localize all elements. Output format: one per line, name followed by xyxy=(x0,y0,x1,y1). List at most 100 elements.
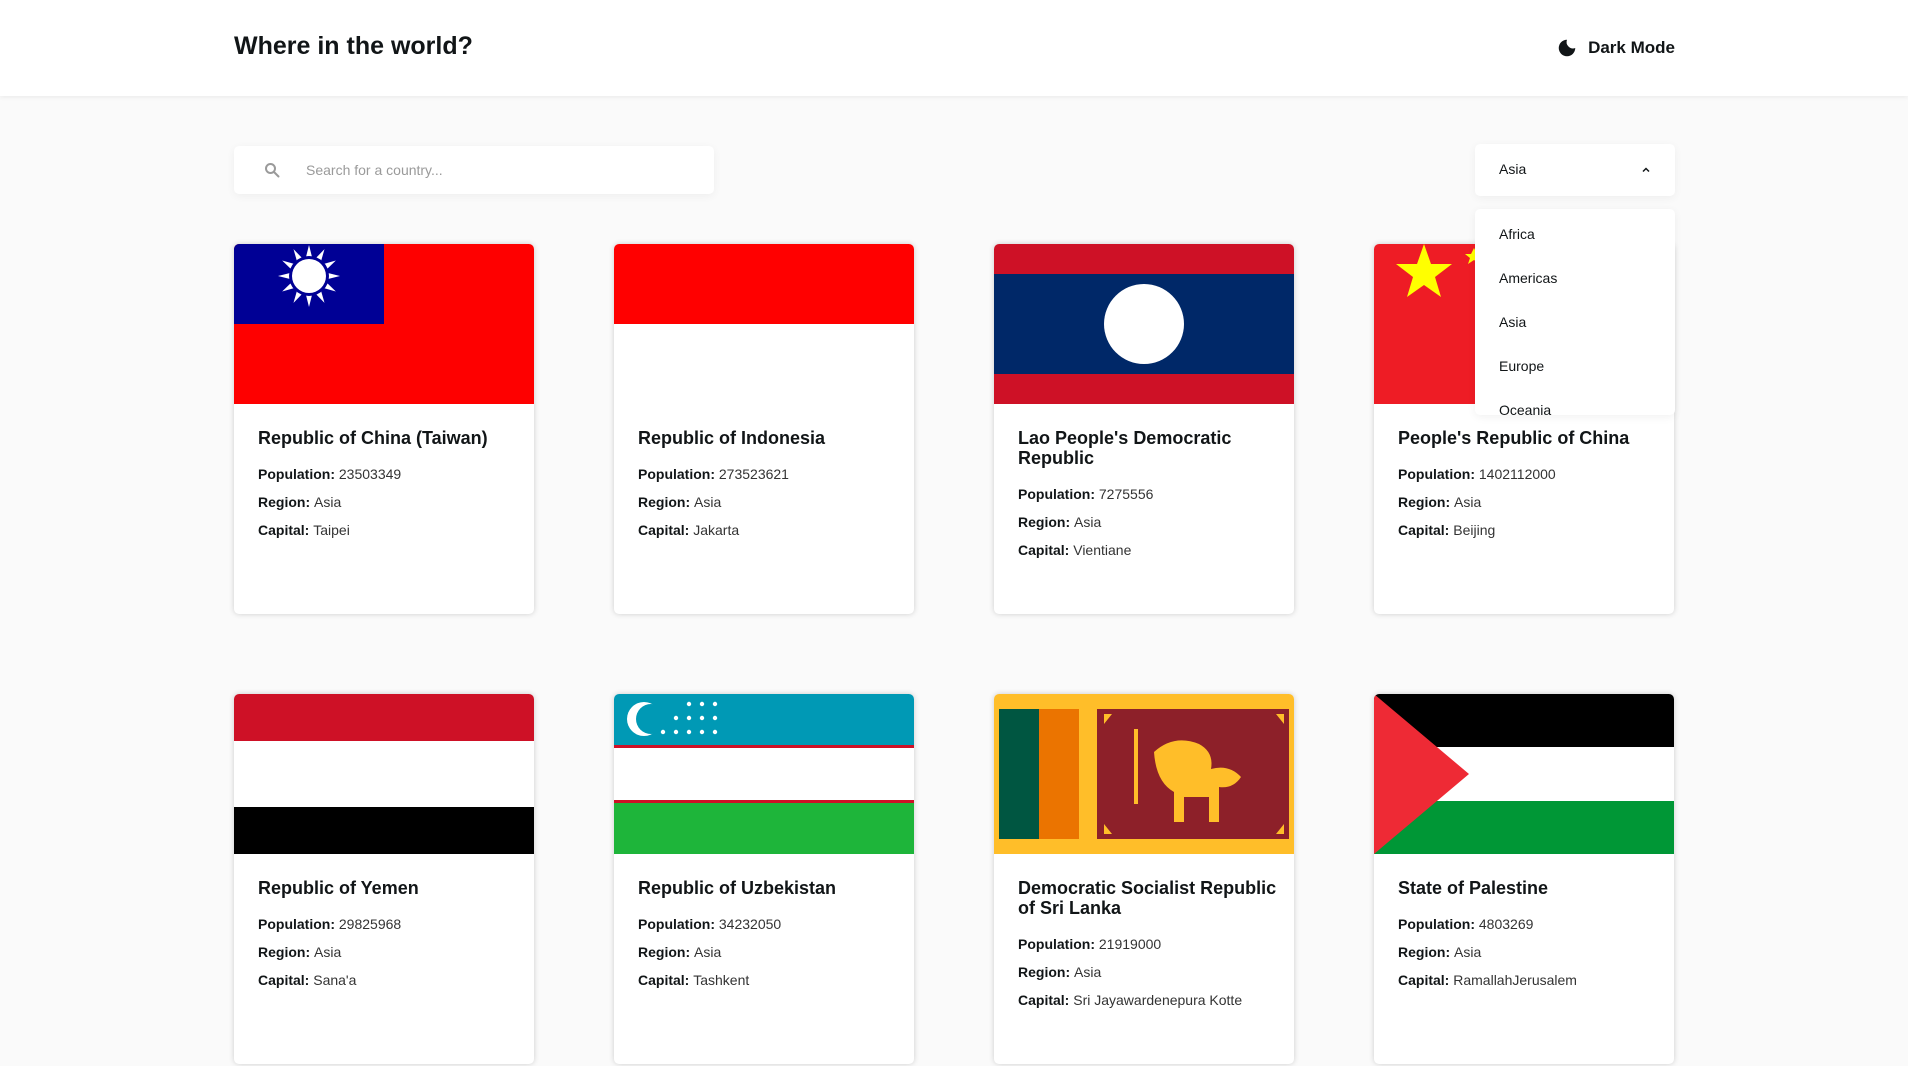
region-value: Asia xyxy=(1074,514,1102,530)
region-value: Asia xyxy=(694,494,722,510)
country-card[interactable]: Democratic Socialist Republic of Sri Lan… xyxy=(994,694,1294,1064)
dark-mode-toggle[interactable]: Dark Mode xyxy=(1556,37,1675,59)
region-label: Region: xyxy=(258,944,311,960)
capital-value: Tashkent xyxy=(693,972,750,988)
country-capital: Capital: Jakarta xyxy=(638,522,898,538)
country-card[interactable]: Republic of Uzbekistan Population: 34232… xyxy=(614,694,914,1064)
region-value: Asia xyxy=(1454,944,1482,960)
country-capital: Capital: Beijing xyxy=(1398,522,1658,538)
country-capital: Capital: RamallahJerusalem xyxy=(1398,972,1658,988)
taiwan-flag xyxy=(234,244,534,404)
region-filter-select[interactable]: Asia xyxy=(1475,144,1675,196)
region-label: Region: xyxy=(638,944,691,960)
country-name: Republic of Yemen xyxy=(258,878,419,898)
country-capital: Capital: Tashkent xyxy=(638,972,898,988)
capital-value: Beijing xyxy=(1453,522,1496,538)
country-name: Republic of China (Taiwan) xyxy=(258,428,488,448)
region-value: Asia xyxy=(314,944,342,960)
country-region: Region: Asia xyxy=(258,494,518,510)
population-value: 23503349 xyxy=(338,466,402,482)
region-option-americas[interactable]: Americas xyxy=(1499,270,1557,286)
yemen-flag xyxy=(234,694,534,854)
country-name: Republic of Indonesia xyxy=(638,428,826,448)
sri-lanka-flag xyxy=(994,694,1294,854)
capital-label: Capital: xyxy=(1018,992,1070,1008)
population-value: 21919000 xyxy=(1098,936,1162,952)
country-population: Population: 21919000 xyxy=(1018,936,1278,952)
region-option-africa[interactable]: Africa xyxy=(1499,226,1535,242)
country-capital: Capital: Sri Jayawardenepura Kotte xyxy=(1018,992,1278,1008)
region-label: Region: xyxy=(1398,944,1451,960)
dark-mode-label: Dark Mode xyxy=(1588,38,1675,57)
indonesia-flag xyxy=(614,244,914,404)
capital-value: RamallahJerusalem xyxy=(1453,972,1577,988)
chevron-up-icon xyxy=(1642,167,1650,173)
country-capital: Capital: Vientiane xyxy=(1018,542,1278,558)
country-card[interactable]: State of Palestine Population: 4803269 R… xyxy=(1374,694,1674,1064)
capital-value: Vientiane xyxy=(1073,542,1132,558)
country-region: Region: Asia xyxy=(1018,964,1278,980)
capital-value: Sana'a xyxy=(313,972,357,988)
region-label: Region: xyxy=(1018,514,1071,530)
country-card[interactable]: Republic of China (Taiwan) Population: 2… xyxy=(234,244,534,614)
search-box xyxy=(234,146,714,194)
region-dropdown-menu: Africa Americas Asia Europe Oceania xyxy=(1475,209,1675,418)
page-title: Where in the world? xyxy=(234,32,473,60)
capital-value: Sri Jayawardenepura Kotte xyxy=(1073,992,1243,1008)
region-label: Region: xyxy=(1018,964,1071,980)
country-population: Population: 34232050 xyxy=(638,916,898,932)
uzbekistan-flag xyxy=(614,694,914,854)
capital-value: Jakarta xyxy=(693,522,740,538)
capital-label: Capital: xyxy=(1398,972,1450,988)
country-region: Region: Asia xyxy=(638,494,898,510)
region-value: Asia xyxy=(694,944,722,960)
country-region: Region: Asia xyxy=(258,944,518,960)
capital-label: Capital: xyxy=(638,972,690,988)
country-name: Democratic Socialist Republic of Sri Lan… xyxy=(1018,878,1277,918)
search-icon xyxy=(265,163,280,178)
moon-icon xyxy=(1558,39,1576,57)
region-value: Asia xyxy=(314,494,342,510)
country-population: Population: 23503349 xyxy=(258,466,518,482)
country-population: Population: 7275556 xyxy=(1018,486,1278,502)
country-name: People's Republic of China xyxy=(1398,428,1630,448)
population-value: 7275556 xyxy=(1098,486,1154,502)
country-population: Population: 4803269 xyxy=(1398,916,1658,932)
population-label: Population: xyxy=(638,466,715,482)
population-label: Population: xyxy=(1018,486,1095,502)
population-value: 1402112000 xyxy=(1478,466,1556,482)
capital-label: Capital: xyxy=(638,522,690,538)
population-label: Population: xyxy=(638,916,715,932)
country-population: Population: 1402112000 xyxy=(1398,466,1658,482)
population-value: 4803269 xyxy=(1478,916,1534,932)
app-header: Where in the world? Dark Mode xyxy=(0,0,1908,96)
country-region: Region: Asia xyxy=(1398,494,1658,510)
population-label: Population: xyxy=(1398,466,1475,482)
capital-label: Capital: xyxy=(258,972,310,988)
capital-value: Taipei xyxy=(313,522,350,538)
laos-flag xyxy=(994,244,1294,404)
palestine-flag xyxy=(1374,694,1674,854)
country-name: Republic of Uzbekistan xyxy=(638,878,837,898)
population-label: Population: xyxy=(258,916,335,932)
capital-label: Capital: xyxy=(1398,522,1450,538)
region-option-asia[interactable]: Asia xyxy=(1499,314,1526,330)
country-name: State of Palestine xyxy=(1398,878,1549,898)
country-card[interactable]: Republic of Indonesia Population: 273523… xyxy=(614,244,914,614)
country-region: Region: Asia xyxy=(1018,514,1278,530)
population-value: 34232050 xyxy=(718,916,782,932)
region-value: Asia xyxy=(1454,494,1482,510)
country-card[interactable]: Republic of Yemen Population: 29825968 R… xyxy=(234,694,534,1064)
country-capital: Capital: Sana'a xyxy=(258,972,518,988)
search-input[interactable] xyxy=(306,146,696,194)
region-value: Asia xyxy=(1074,964,1102,980)
country-name: Lao People's Democratic Republic xyxy=(1018,428,1232,468)
region-label: Region: xyxy=(258,494,311,510)
region-label: Region: xyxy=(1398,494,1451,510)
country-card[interactable]: Lao People's Democratic Republic Populat… xyxy=(994,244,1294,614)
population-value: 273523621 xyxy=(718,466,789,482)
region-option-oceania[interactable]: Oceania xyxy=(1499,402,1551,418)
region-option-europe[interactable]: Europe xyxy=(1499,358,1544,374)
country-population: Population: 29825968 xyxy=(258,916,518,932)
country-region: Region: Asia xyxy=(1398,944,1658,960)
